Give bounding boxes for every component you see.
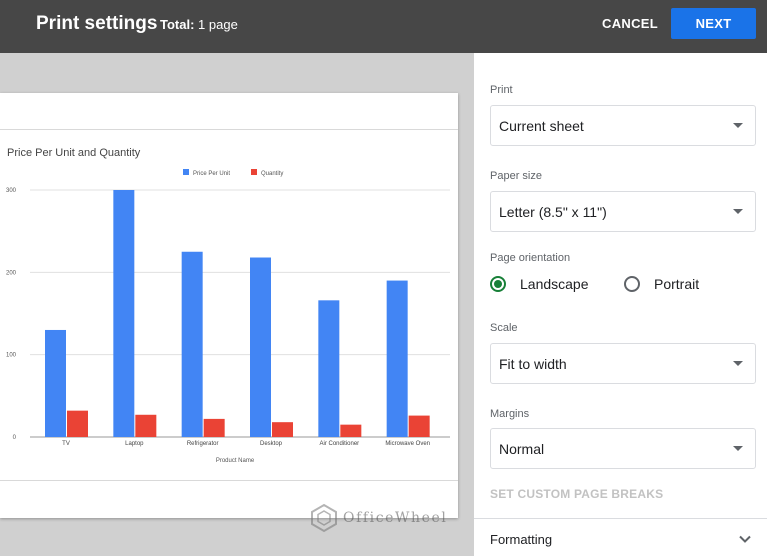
dropdown-arrow-icon bbox=[733, 123, 743, 128]
page-footer-line bbox=[0, 480, 458, 481]
chart: Price Per Unit and Quantity Price Per Uni… bbox=[6, 147, 450, 464]
total-label: Total: bbox=[160, 17, 195, 32]
paper-size-value: Letter (8.5" x 11") bbox=[499, 203, 607, 220]
settings-panel: Print Current sheet Paper size Letter (8… bbox=[474, 53, 767, 556]
set-custom-page-breaks-button[interactable]: SET CUSTOM PAGE BREAKS bbox=[490, 487, 663, 501]
orientation-label: Page orientation bbox=[490, 252, 571, 264]
watermark: OfficeWheel bbox=[309, 500, 459, 536]
paper-size-select[interactable]: Letter (8.5" x 11") bbox=[490, 191, 756, 232]
print-label: Print bbox=[490, 84, 513, 96]
preview-page: Price Per Unit and Quantity Price Per Uni… bbox=[0, 93, 458, 518]
next-button[interactable]: NEXT bbox=[671, 8, 756, 39]
legend-label: Price Per Unit bbox=[193, 171, 230, 177]
portrait-label: Portrait bbox=[654, 276, 700, 292]
y-tick-label: 200 bbox=[6, 270, 17, 276]
page-title: Print settings bbox=[36, 13, 158, 34]
bar-price bbox=[45, 329, 66, 437]
margins-label: Margins bbox=[490, 408, 530, 420]
watermark-text: OfficeWheel bbox=[343, 510, 448, 526]
margins-select[interactable]: Normal bbox=[490, 428, 756, 469]
landscape-label: Landscape bbox=[520, 276, 589, 292]
bar-price bbox=[250, 257, 271, 437]
x-tick-label: TV bbox=[62, 441, 70, 447]
x-tick-label: Refrigerator bbox=[187, 441, 219, 447]
legend-label: Quantity bbox=[261, 171, 283, 177]
bar-quantity bbox=[135, 414, 157, 437]
total-value: 1 page bbox=[198, 17, 238, 32]
x-axis-label: Product Name bbox=[216, 458, 255, 464]
scale-value: Fit to width bbox=[499, 355, 567, 372]
x-tick-label: Microwave Oven bbox=[385, 441, 430, 447]
radio-checked-icon bbox=[490, 276, 506, 292]
top-bar: Print settings Total: 1 page CANCEL NEXT bbox=[0, 0, 767, 53]
dropdown-arrow-icon bbox=[733, 209, 743, 214]
print-select[interactable]: Current sheet bbox=[490, 105, 756, 146]
radio-landscape[interactable]: Landscape bbox=[490, 276, 589, 292]
print-value: Current sheet bbox=[499, 117, 584, 134]
legend-swatch bbox=[251, 169, 257, 175]
y-tick-label: 100 bbox=[6, 353, 17, 359]
radio-unchecked-icon bbox=[624, 276, 640, 292]
bar-quantity bbox=[340, 424, 362, 437]
print-preview: Price Per Unit and Quantity Price Per Uni… bbox=[0, 53, 474, 556]
chart-title: Price Per Unit and Quantity bbox=[7, 147, 141, 159]
bar-price bbox=[318, 300, 340, 437]
dropdown-arrow-icon bbox=[733, 361, 743, 366]
x-tick-label: Laptop bbox=[125, 441, 144, 447]
watermark-logo-icon bbox=[311, 503, 337, 533]
scale-label: Scale bbox=[490, 322, 518, 334]
x-tick-label: Air Conditioner bbox=[319, 441, 359, 447]
bar-quantity bbox=[272, 422, 293, 437]
margins-value: Normal bbox=[499, 440, 545, 457]
scale-select[interactable]: Fit to width bbox=[490, 343, 756, 384]
divider bbox=[474, 518, 767, 519]
cancel-button[interactable]: CANCEL bbox=[600, 8, 660, 38]
total-pages: Total: 1 page bbox=[160, 17, 238, 32]
bar-quantity bbox=[67, 410, 88, 437]
bar-price bbox=[113, 190, 135, 437]
bar-price bbox=[181, 251, 203, 437]
legend-swatch bbox=[183, 169, 189, 175]
y-tick-label: 300 bbox=[6, 188, 17, 194]
bar-quantity bbox=[408, 415, 430, 437]
bar-quantity bbox=[203, 418, 225, 437]
formatting-section[interactable]: Formatting bbox=[490, 532, 552, 547]
radio-portrait[interactable]: Portrait bbox=[624, 276, 699, 292]
dropdown-arrow-icon bbox=[733, 446, 743, 451]
x-tick-label: Desktop bbox=[260, 441, 283, 447]
paper-size-label: Paper size bbox=[490, 170, 542, 182]
bar-price bbox=[386, 280, 408, 437]
y-tick-label: 0 bbox=[13, 435, 17, 441]
chevron-down-icon[interactable] bbox=[739, 533, 751, 545]
